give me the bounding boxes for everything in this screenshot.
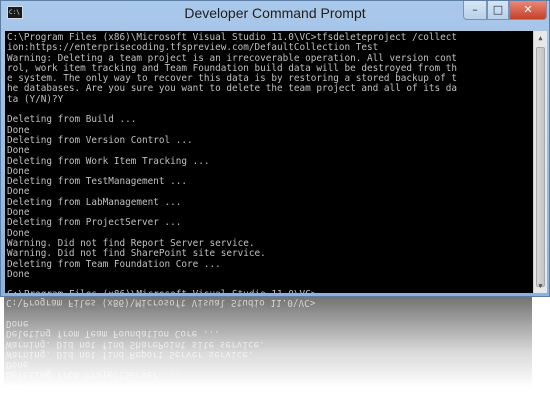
vertical-scrollbar[interactable]: ▲ ▼ [533, 31, 547, 293]
reflection-fade [0, 297, 550, 397]
console-line: Warning. Did not find SharePoint site se… [7, 248, 266, 260]
command-prompt-window: C:\ Developer Command Prompt – □ ✕ C:\Pr… [0, 0, 550, 297]
console-text: C:\Program Files (x86)\Microsoft Visual … [5, 31, 533, 293]
minimize-button[interactable]: – [463, 1, 487, 20]
console-line: Deleting from Version Control ... [7, 134, 193, 146]
console-line: Deleting from ProjectServer ... [7, 217, 182, 229]
console-line: C:\Program Files (x86)\Microsoft Visual … [7, 290, 533, 293]
console-line: Deleting from Build ... [7, 114, 137, 126]
scroll-down-arrow-icon[interactable]: ▼ [534, 279, 547, 293]
console-line: Deleting from Work Item Tracking ... [7, 155, 210, 167]
reflection-console: Deleting from LabManagement ... Done Del… [4, 297, 532, 397]
maximize-button[interactable]: □ [487, 1, 509, 20]
scrollbar-thumb[interactable] [536, 47, 545, 287]
reflection-text: Deleting from LabManagement ... Done Del… [6, 297, 316, 397]
console-line: Deleting from LabManagement ... [7, 196, 182, 208]
console-line: Done [7, 268, 30, 280]
console-line: he databases. Are you sure you want to d… [7, 83, 458, 95]
console-line: Deleting from Team Foundation Core ... [7, 258, 221, 270]
console-line: Deleting from TestManagement ... [7, 176, 188, 188]
close-button[interactable]: ✕ [509, 1, 547, 20]
console-line: ta (Y/N)?Y [7, 93, 64, 105]
window-reflection: Deleting from LabManagement ... Done Del… [0, 297, 550, 397]
scroll-up-arrow-icon[interactable]: ▲ [534, 31, 547, 45]
console-output[interactable]: C:\Program Files (x86)\Microsoft Visual … [5, 31, 533, 293]
